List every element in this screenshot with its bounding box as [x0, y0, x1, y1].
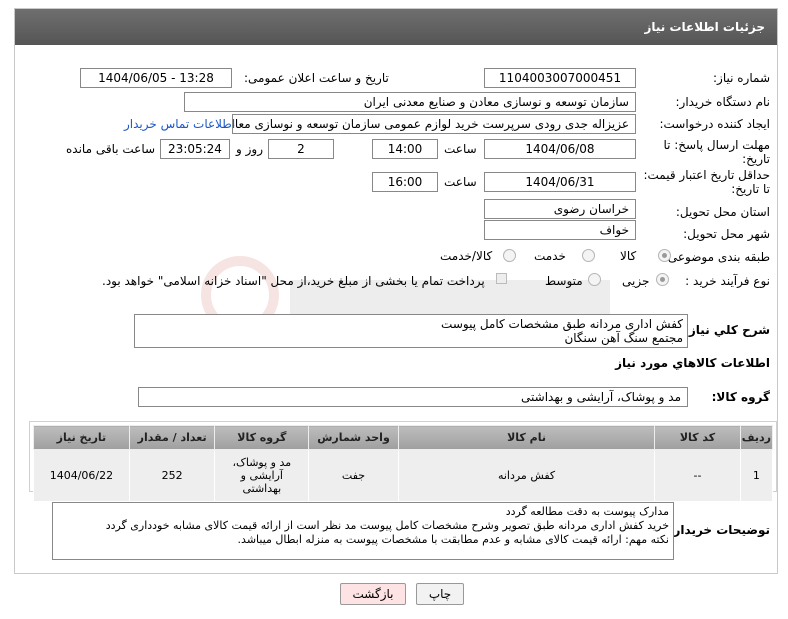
cell-row-number: 1 [739, 449, 774, 502]
print-button[interactable]: چاپ [416, 583, 464, 605]
cell-goods-group: مد و پوشاک، آرایشی و بهداشتی [214, 449, 310, 502]
col-row-number: ردیف [739, 425, 774, 450]
col-quantity: تعداد / مقدار [128, 425, 216, 450]
category-label: طبقه بندی موضوعی: [663, 250, 770, 264]
reply-deadline-label-2: تاریخ: [742, 152, 770, 166]
remaining-label: ساعت باقی مانده [66, 142, 156, 156]
category-option-service: خدمت [534, 249, 566, 263]
cell-unit: جفت [308, 449, 399, 502]
buyer-notes-line-3: نکته مهم: ارائه قیمت کالای مشابه و عدم م… [237, 533, 669, 546]
validity-time-field: 16:00 [372, 172, 438, 192]
reply-time-label: ساعت [444, 142, 477, 156]
reply-days-field: 2 [268, 139, 334, 159]
process-option-minor: جزیی [622, 274, 650, 288]
category-option-goods: کالا [620, 249, 637, 263]
days-and-label: روز و [236, 142, 263, 156]
process-option-medium: متوسط [545, 274, 583, 288]
reply-deadline-label: مهلت ارسال پاسخ: تا [663, 138, 770, 152]
buyer-notes-line-1: مدارک پیوست به دقت مطالعه گردد [505, 505, 669, 518]
cell-need-date: 1404/06/22 [33, 449, 130, 502]
city-label: شهر محل تحویل: [683, 227, 770, 241]
city-field: خواف [484, 220, 636, 240]
process-radio-minor[interactable] [656, 273, 669, 286]
validity-time-label: ساعت [444, 175, 477, 189]
cell-goods-name: کفش مردانه [397, 449, 656, 502]
announce-date-label: تاریخ و ساعت اعلان عمومی: [244, 71, 389, 85]
items-table: ردیف کد کالا نام کالا واحد شمارش گروه کا… [33, 425, 774, 502]
buyer-org-field: سازمان توسعه و نوسازی معادن و صنایع معدن… [184, 92, 636, 112]
table-header-row: ردیف کد کالا نام کالا واحد شمارش گروه کا… [33, 425, 774, 450]
price-validity-label: حداقل تاریخ اعتبار قیمت: [643, 168, 770, 182]
category-radio-service[interactable] [582, 249, 595, 262]
general-description-line-2: مجتمع سنگ آهن سنگان [564, 331, 683, 345]
general-description-label: شرح كلي نياز: [684, 323, 770, 337]
buyer-notes-field: مدارک پیوست به دقت مطالعه گردد خرید کفش … [52, 502, 674, 560]
goods-group-field: مد و پوشاک، آرایشی و بهداشتی [138, 387, 688, 407]
col-goods-name: نام کالا [397, 425, 656, 450]
reply-time-field: 14:00 [372, 139, 438, 159]
back-button[interactable]: بازگشت [340, 583, 406, 605]
buyer-notes-label: توضیحات خریدار: [668, 523, 770, 537]
col-goods-group: گروه کالا [214, 425, 310, 450]
col-goods-code: کد کالا [654, 425, 741, 450]
buyer-org-label: نام دستگاه خریدار: [675, 95, 771, 109]
goods-group-label: گروه کالا: [711, 390, 770, 404]
need-number-label: شماره نیاز: [713, 71, 770, 85]
col-unit: واحد شمارش [308, 425, 399, 450]
treasury-payment-checkbox[interactable] [496, 273, 507, 284]
general-description-field: کفش اداری مردانه طبق مشخصات کامل پیوست م… [134, 314, 688, 348]
validity-date-field: 1404/06/31 [484, 172, 636, 192]
category-radio-goods[interactable] [658, 249, 671, 262]
category-option-goods-service: کالا/خدمت [440, 249, 493, 263]
col-need-date: تاریخ نیاز [33, 425, 130, 450]
requester-label: ایجاد کننده درخواست: [659, 117, 770, 131]
need-number-field: 1104003007000451 [484, 68, 636, 88]
general-description-line-1: کفش اداری مردانه طبق مشخصات کامل پیوست [441, 317, 683, 331]
category-radio-goods-service[interactable] [503, 249, 516, 262]
buyer-contact-link[interactable]: اطلاعات تماس خریدار [124, 117, 235, 131]
cell-goods-code: -- [654, 449, 741, 502]
goods-info-title: اطلاعات كالاهاي مورد نياز [615, 356, 770, 370]
process-type-label: نوع فرآیند خرید : [685, 274, 770, 288]
cell-quantity: 252 [128, 449, 216, 502]
treasury-payment-note: پرداخت تمام یا بخشی از مبلغ خرید،از محل … [102, 274, 485, 288]
panel-title: جزئیات اطلاعات نیاز [15, 9, 777, 45]
table-row: 1 -- کفش مردانه جفت مد و پوشاک، آرایشی و… [33, 449, 774, 502]
buyer-notes-line-2: خرید کفش اداری مردانه طبق تصویر وشرح مشخ… [105, 519, 669, 532]
price-validity-label-2: تا تاریخ: [731, 182, 770, 196]
province-field: خراسان رضوی [484, 199, 636, 219]
remaining-time-field: 23:05:24 [160, 139, 230, 159]
reply-date-field: 1404/06/08 [484, 139, 636, 159]
requester-field: عزیزاله جدی رودی سرپرست خرید لوازم عمومی… [232, 114, 636, 134]
announce-date-field: 1404/06/05 - 13:28 [80, 68, 232, 88]
process-radio-medium[interactable] [588, 273, 601, 286]
province-label: استان محل تحویل: [675, 205, 770, 219]
